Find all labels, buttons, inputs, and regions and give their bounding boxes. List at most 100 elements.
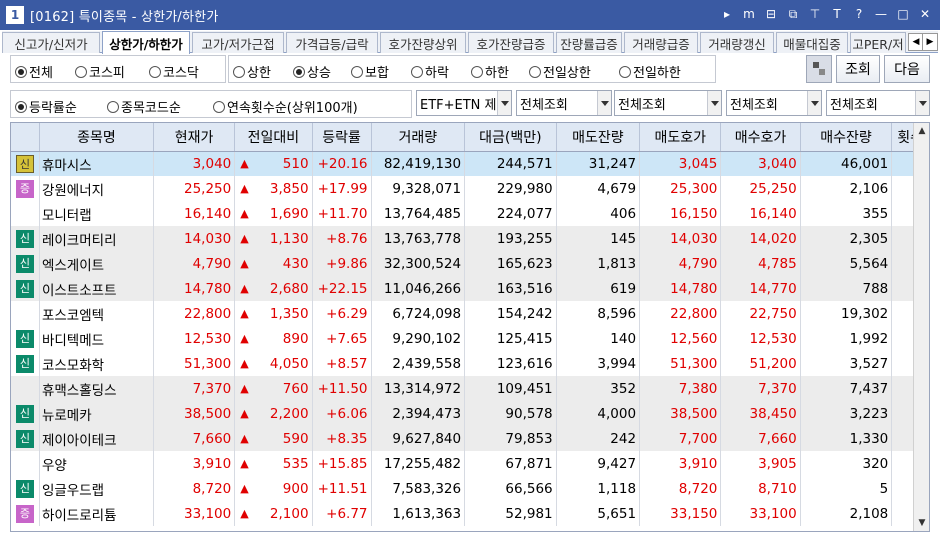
radio-fall[interactable]: 하락 [411,62,449,81]
radio-market-kosdaq[interactable]: 코스닥 [149,62,199,81]
right-arrow-icon[interactable]: ▸ [718,5,736,23]
col-header-name[interactable]: 종목명 [39,123,154,152]
table-row[interactable]: 모니터랩 16,140 ▲ 1,690 +11.70 13,764,485 224,077 4… [11,201,929,226]
radio-market-kospi[interactable]: 코스피 [75,62,125,81]
col-header-bid-qty[interactable]: 매수잔량 [800,123,893,152]
cell-rate: +11.70 [312,201,372,226]
stock-name[interactable]: 모니터랩 [39,201,154,226]
cell-rate: +20.16 [312,151,372,176]
close-icon[interactable]: ✕ [916,5,934,23]
tab-upper-lower-limit[interactable]: 상한가/하한가 [102,31,190,54]
tab-scroll-right-icon[interactable]: ▶ [922,33,938,51]
stock-name[interactable]: 잉글우드랩 [39,476,154,501]
tab-price-surge[interactable]: 가격급등/급락 [286,32,378,53]
radio-lower-limit[interactable]: 하한 [471,62,509,81]
table-row[interactable]: 신 바디텍메드 12,530 ▲ 890 +7.65 9,290,102 125,415 140… [11,326,929,351]
cell-ask: 22,800 [639,301,722,326]
table-row[interactable]: 증 강원에너지 25,250 ▲ 3,850 +17.99 9,328,071 229,980… [11,176,929,201]
cell-volume: 2,439,558 [371,351,466,376]
col-header-ask[interactable]: 매도호가 [639,123,722,152]
stock-name[interactable]: 제이아이테크 [39,426,154,451]
stock-name[interactable]: 휴맥스홀딩스 [39,376,154,401]
radio-sort-code[interactable]: 종목코드순 [107,97,181,116]
col-header-price[interactable]: 현재가 [153,123,236,152]
font-icon[interactable]: T [828,5,846,23]
tab-balance-ratio-surge[interactable]: 잔량률급증 [556,32,622,53]
radio-sort-rate[interactable]: 등락률순 [15,97,77,116]
change-value: 590 [282,430,309,447]
col-header-bid[interactable]: 매수호가 [720,123,801,152]
split-icon[interactable]: ⊟ [762,5,780,23]
stock-name[interactable]: 코스모화학 [39,351,154,376]
table-row[interactable]: 증 하이드로리튬 33,100 ▲ 2,100 +6.77 1,613,363 52,981 5… [11,501,929,526]
table-row[interactable]: 신 레이크머티리 14,030 ▲ 1,130 +8.76 13,763,778 193,25… [11,226,929,251]
filter-select-1[interactable]: 전체조회 [516,90,612,116]
tab-quote-balance-top[interactable]: 호가잔량상위 [380,32,466,53]
table-row[interactable]: 포스코엠텍 22,800 ▲ 1,350 +6.29 6,724,098 154,242 8,… [11,301,929,326]
help-icon[interactable]: ? [850,5,868,23]
table-row[interactable]: 신 제이아이테크 7,660 ▲ 590 +8.35 9,627,840 79,853 242 7… [11,426,929,451]
stock-badge: 신 [15,429,34,448]
radio-upper-limit[interactable]: 상한 [233,62,271,81]
query-button[interactable]: 조회 [836,55,880,83]
table-row[interactable]: 신 휴마시스 3,040 ▲ 510 +20.16 82,419,130 244,571 31,… [11,151,929,176]
scroll-down-icon[interactable]: ▼ [914,515,929,531]
stock-name[interactable]: 바디텍메드 [39,326,154,351]
cell-ask-qty: 406 [556,201,641,226]
table-row[interactable]: 신 이스트소프트 14,780 ▲ 2,680 +22.15 11,046,266 163,5… [11,276,929,301]
filter-select-4[interactable]: 전체조회 [826,90,930,116]
radio-prev-upper-limit[interactable]: 전일상한 [529,62,591,81]
stock-name[interactable]: 뉴로메카 [39,401,154,426]
radio-rise[interactable]: 상승 [293,62,331,81]
tab-supply-concentration[interactable]: 매물대집중 [776,32,848,53]
radio-flat[interactable]: 보합 [351,62,389,81]
pin-icon[interactable]: ⊤ [806,5,824,23]
tab-volume-renew[interactable]: 거래량갱신 [700,32,774,53]
tab-quote-balance-surge[interactable]: 호가잔량급증 [468,32,554,53]
settings-toggle-button[interactable] [806,55,832,83]
minimize-icon[interactable]: — [872,5,890,23]
stock-name[interactable]: 레이크머티리 [39,226,154,251]
table-row[interactable]: 우양 3,910 ▲ 535 +15.85 17,255,482 67,871 9,427 3,… [11,451,929,476]
table-row[interactable]: 휴맥스홀딩스 7,370 ▲ 760 +11.50 13,314,972 109,451 35… [11,376,929,401]
filter-select-2[interactable]: 전체조회 [614,90,722,116]
table-row[interactable]: 신 코스모화학 51,300 ▲ 4,050 +8.57 2,439,558 123,616 3… [11,351,929,376]
col-header-rate[interactable]: 등락률 [312,123,372,152]
next-button[interactable]: 다음 [884,55,930,83]
copy-icon[interactable]: ⧉ [784,5,802,23]
col-header-badge[interactable] [11,123,40,152]
m-icon[interactable]: m [740,5,758,23]
stock-name[interactable]: 휴마시스 [39,151,154,176]
stock-name[interactable]: 강원에너지 [39,176,154,201]
table-row[interactable]: 신 잉글우드랩 8,720 ▲ 900 +11.51 7,583,326 66,566 1,11… [11,476,929,501]
col-header-volume[interactable]: 거래량 [371,123,466,152]
tab-volume-surge[interactable]: 거래량급증 [624,32,698,53]
table-row[interactable]: 신 엑스게이트 4,790 ▲ 430 +9.86 32,300,524 165,623 1,8… [11,251,929,276]
cell-price: 14,030 [153,226,236,251]
col-header-ask-qty[interactable]: 매도잔량 [556,123,641,152]
etf-etn-filter-select[interactable]: ETF+ETN 제 [416,90,512,116]
radio-prev-lower-limit[interactable]: 전일하한 [619,62,681,81]
radio-sort-consecutive[interactable]: 연속횟수순(상위100개) [213,97,358,116]
stock-name[interactable]: 포스코엠텍 [39,301,154,326]
radio-market-all[interactable]: 전체 [15,62,53,81]
up-arrow-icon: ▲ [240,456,249,470]
col-header-change[interactable]: 전일대비 [234,123,313,152]
tab-bar: 신고가/신저가 상한가/하한가 고가/저가근접 가격급등/급락 호가잔량상위 호… [2,31,938,54]
stock-name[interactable]: 이스트소프트 [39,276,154,301]
stock-name[interactable]: 엑스게이트 [39,251,154,276]
vertical-scrollbar[interactable]: ▲ ▼ [913,123,929,531]
stock-badge-cell [11,201,40,226]
table-row[interactable]: 신 뉴로메카 38,500 ▲ 2,200 +6.06 2,394,473 90,578 4,0… [11,401,929,426]
tab-new-high-low[interactable]: 신고가/신저가 [2,32,100,53]
cell-amount: 109,451 [464,376,557,401]
window-number-badge[interactable]: 1 [6,6,24,24]
maximize-icon[interactable]: □ [894,5,912,23]
stock-name[interactable]: 우양 [39,451,154,476]
filter-select-3[interactable]: 전체조회 [726,90,822,116]
tab-high-per[interactable]: 고PER/저 [850,32,906,53]
stock-name[interactable]: 하이드로리튬 [39,501,154,526]
scroll-up-icon[interactable]: ▲ [914,123,929,139]
tab-high-low-near[interactable]: 고가/저가근접 [192,32,284,53]
col-header-amount[interactable]: 대금(백만) [464,123,557,152]
